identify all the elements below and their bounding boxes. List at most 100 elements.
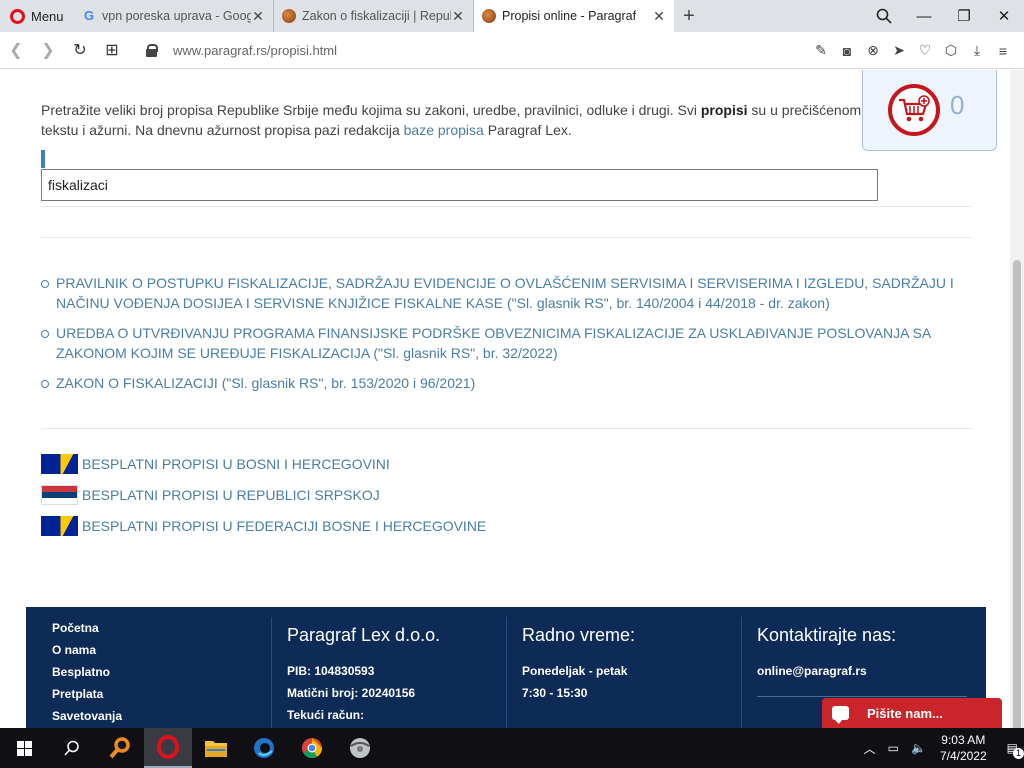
download-icon[interactable]: ⤓ (964, 42, 990, 59)
opera-menu-button[interactable]: Menu (0, 0, 74, 32)
contact-title: Kontaktirajte nas: (757, 625, 897, 645)
cart-widget[interactable]: 0 (862, 70, 997, 151)
camera-icon[interactable]: ◙ (834, 43, 860, 59)
search-icon (64, 740, 79, 756)
reload-icon[interactable]: ↻ (64, 40, 96, 60)
edge-browser-icon (254, 738, 274, 758)
intro-bold: propisi (700, 102, 748, 118)
tab-title: Zakon o fiskalizaciji | Republika (302, 9, 451, 23)
link-label: BESPLATNI PROPISI U REPUBLICI SRPSKOJ (82, 487, 380, 503)
send-icon[interactable]: ➤ (886, 42, 912, 59)
search-button[interactable] (48, 728, 96, 768)
url-field[interactable]: www.paragraf.rs/propisi.html (146, 43, 337, 58)
baze-propisa-link[interactable]: baze propisa (404, 122, 484, 138)
paragraf-favicon-icon (482, 9, 496, 23)
footer-link-pocetna[interactable]: Početna (52, 617, 272, 639)
hours-time: 7:30 - 15:30 (522, 686, 588, 700)
tab-zakon-fiskalizaciji[interactable]: Zakon o fiskalizaciji | Republika ✕ (274, 0, 474, 32)
clock-date: 7/4/2022 (939, 749, 987, 763)
hours-days: Ponedeljak - petak (522, 664, 628, 678)
edit-icon[interactable]: ✎ (808, 42, 834, 59)
company-pib: PIB: 104830593 (287, 664, 375, 678)
search-input[interactable] (41, 169, 878, 201)
hours-title: Radno vreme: (522, 625, 636, 645)
close-tab-icon[interactable]: ✕ (451, 8, 465, 25)
paragraf-favicon-icon (282, 9, 296, 23)
link-label: BESPLATNI PROPISI U BOSNI I HERCEGOVINI (82, 456, 390, 472)
footer-link-besplatno[interactable]: Besplatno (52, 661, 272, 683)
tab-propisi-online[interactable]: Propisi online - Paragraf ✕ (474, 0, 674, 32)
page-scrollbar[interactable] (1010, 70, 1024, 748)
bosnia-flag-icon (41, 454, 78, 474)
footer-menu: Početna O nama Besplatno Pretplata Savet… (52, 617, 272, 728)
scrollbar-thumb[interactable] (1013, 260, 1021, 748)
republika-srpska-flag-icon (41, 485, 78, 505)
page-content: Pretražite veliki broj propisa Republike… (0, 70, 1010, 728)
easy-setup-icon[interactable]: ≡ (990, 43, 1016, 59)
taskbar-app-file-explorer[interactable] (192, 728, 240, 768)
divider (41, 237, 971, 238)
system-tray: ︿ ▭ 🔈 9:03 AM 7/4/2022 ▤ 1 (858, 728, 1024, 768)
new-tab-button[interactable]: + (674, 0, 704, 32)
close-tab-icon[interactable]: ✕ (652, 8, 666, 25)
minimize-icon[interactable]: — (904, 0, 944, 32)
restore-icon[interactable]: ❐ (944, 0, 984, 32)
clock-time: 9:03 AM (941, 733, 986, 747)
taskbar-app-search-tool[interactable] (96, 728, 144, 768)
opera-logo-icon (10, 8, 25, 24)
adblock-icon[interactable]: ⊗ (860, 42, 886, 59)
tab-google-search[interactable]: G vpn poreska uprava - Google ✕ (74, 0, 274, 32)
chat-label: Pišite nam... (867, 705, 943, 721)
search-results-list: PRAVILNIK O POSTUPKU FISKALIZACIJE, SADR… (41, 273, 971, 403)
volume-icon[interactable]: 🔈 (911, 741, 926, 755)
taskbar-app-disk-tool[interactable] (336, 728, 384, 768)
close-window-icon[interactable]: ✕ (984, 0, 1024, 32)
tabs-grid-icon[interactable]: ⊞ (96, 40, 128, 60)
clock[interactable]: 9:03 AM 7/4/2022 (940, 732, 987, 764)
start-button[interactable] (0, 728, 48, 768)
search-accent-bar (41, 150, 45, 168)
folder-icon (205, 741, 227, 757)
footer-link-o-nama[interactable]: O nama (52, 639, 272, 661)
windows-logo-icon (16, 740, 32, 756)
lock-icon (146, 43, 158, 57)
cart-icon (888, 84, 940, 136)
intro-text: Pretražite veliki broj propisa Republike… (41, 100, 871, 140)
chat-button[interactable]: Pišite nam... (822, 698, 1002, 728)
link-republika-srpska[interactable]: BESPLATNI PROPISI U REPUBLICI SRPSKOJ (41, 485, 486, 505)
tab-title: vpn poreska uprava - Google (102, 9, 251, 23)
forward-icon[interactable]: ❯ (32, 40, 64, 60)
google-favicon-icon: G (83, 8, 95, 23)
notifications-icon[interactable]: ▤ 1 (1007, 741, 1024, 759)
address-bar: ❮ ❯ ↻ ⊞ www.paragraf.rs/propisi.html ✎ ◙… (0, 32, 1024, 69)
taskbar-app-opera[interactable] (144, 728, 192, 768)
taskbar-app-chrome[interactable] (288, 728, 336, 768)
disk-app-icon (350, 738, 370, 758)
magnifier-app-icon (109, 737, 130, 759)
search-tabs-icon[interactable] (864, 0, 904, 32)
search-result-link[interactable]: ZAKON O FISKALIZACIJI ("Sl. glasnik RS",… (41, 373, 971, 393)
company-maticni: Matični broj: 20240156 (287, 686, 416, 700)
heart-icon[interactable]: ♡ (912, 42, 938, 59)
contact-email[interactable]: online@paragraf.rs (757, 660, 976, 682)
back-icon[interactable]: ❮ (0, 40, 32, 60)
footer-link-savetovanja[interactable]: Savetovanja (52, 705, 272, 727)
browser-toolbar: ✎ ◙ ⊗ ➤ ♡ ⬡ ⤓ ≡ (808, 32, 1016, 69)
search-result-link[interactable]: PRAVILNIK O POSTUPKU FISKALIZACIJE, SADR… (41, 273, 971, 313)
search-result-link[interactable]: UREDBA O UTVRĐIVANJU PROGRAMA FINANSIJSK… (41, 323, 971, 363)
taskbar-app-edge[interactable] (240, 728, 288, 768)
free-regulations-links: BESPLATNI PROPISI U BOSNI I HERCEGOVINI … (41, 454, 486, 547)
network-icon[interactable]: ▭ (888, 741, 899, 755)
notification-count: 1 (1013, 748, 1024, 759)
link-federacija[interactable]: BESPLATNI PROPISI U FEDERACIJI BOSNE I H… (41, 516, 486, 536)
close-tab-icon[interactable]: ✕ (251, 8, 265, 25)
url-text: www.paragraf.rs/propisi.html (173, 42, 337, 58)
intro-part: Paragraf Lex. (483, 122, 572, 138)
bosnia-flag-icon (41, 516, 78, 536)
footer-link-pretplata[interactable]: Pretplata (52, 683, 272, 705)
chevron-up-icon[interactable]: ︿ (864, 740, 876, 757)
extensions-cube-icon[interactable]: ⬡ (938, 42, 964, 59)
link-label: BESPLATNI PROPISI U FEDERACIJI BOSNE I H… (82, 518, 487, 534)
window-controls: — ❐ ✕ (864, 0, 1024, 32)
link-bih[interactable]: BESPLATNI PROPISI U BOSNI I HERCEGOVINI (41, 454, 486, 474)
